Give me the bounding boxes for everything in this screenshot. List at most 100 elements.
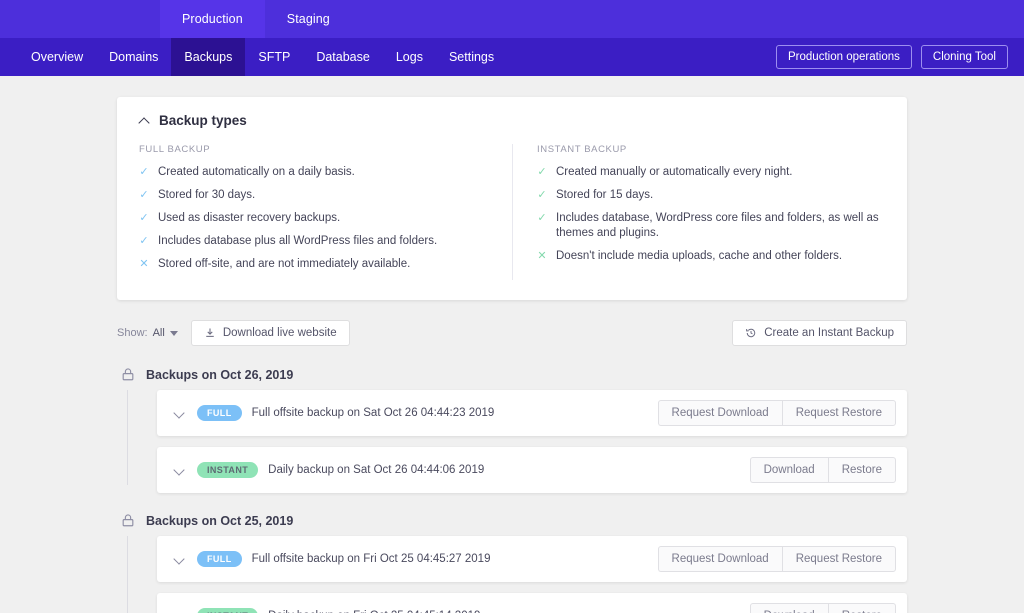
- backup-types-card: Backup types FULL BACKUP ✓ Created autom…: [117, 97, 907, 300]
- row-actions: Download Restore: [749, 603, 896, 613]
- nav-item-sftp[interactable]: SFTP: [245, 38, 303, 76]
- status-badge: INSTANT: [197, 462, 259, 478]
- backups-toolbar: Show: All Download live website Create a…: [117, 319, 907, 347]
- backup-group: Backups on Oct 26, 2019 FULL Full offsit…: [117, 367, 907, 493]
- environment-tab-bar: Production Staging: [0, 0, 1024, 38]
- timeline-connector: [127, 390, 128, 485]
- list-item: ✕ Doesn't include media uploads, cache a…: [537, 249, 885, 264]
- full-feature-text: Includes database plus all WordPress fil…: [158, 235, 438, 247]
- list-item: ✓ Includes database, WordPress core file…: [537, 211, 885, 241]
- row-actions: Download Restore: [749, 457, 896, 483]
- check-icon: ✓: [139, 189, 149, 201]
- list-item: ✓ Used as disaster recovery backups.: [139, 211, 488, 226]
- backup-description: Daily backup on Sat Oct 26 04:44:06 2019: [268, 464, 485, 476]
- backup-group-header: Backups on Oct 25, 2019: [117, 513, 907, 528]
- nav-item-logs-label: Logs: [395, 50, 423, 64]
- nav-item-backups-label: Backups: [184, 50, 233, 64]
- download-live-website-button[interactable]: Download live website: [190, 320, 350, 346]
- table-row[interactable]: INSTANT Daily backup on Sat Oct 26 04:44…: [157, 447, 907, 493]
- env-tab-staging[interactable]: Staging: [265, 0, 352, 38]
- check-icon: ✓: [139, 235, 149, 247]
- request-restore-button[interactable]: Request Restore: [781, 546, 896, 572]
- nav-item-logs[interactable]: Logs: [383, 38, 436, 76]
- row-actions: Request Download Request Restore: [657, 400, 896, 426]
- backup-description: Full offsite backup on Sat Oct 26 04:44:…: [251, 407, 495, 419]
- content-container: Backup types FULL BACKUP ✓ Created autom…: [117, 76, 907, 613]
- request-download-button[interactable]: Request Download: [657, 400, 782, 426]
- status-badge: FULL: [197, 405, 242, 421]
- show-filter-select[interactable]: All: [153, 327, 178, 339]
- download-live-website-label: Download live website: [222, 327, 337, 339]
- list-item: ✓ Includes database plus all WordPress f…: [139, 234, 488, 249]
- instant-feature-text: Doesn't include media uploads, cache and…: [556, 250, 843, 262]
- chevron-up-icon[interactable]: [139, 115, 150, 126]
- download-icon: [204, 327, 216, 339]
- backup-group-body: FULL Full offsite backup on Fri Oct 25 0…: [117, 536, 907, 613]
- toolbar-right-group: Create an Instant Backup: [732, 320, 907, 346]
- check-icon: ✓: [537, 166, 547, 178]
- create-instant-backup-label: Create an Instant Backup: [764, 327, 894, 339]
- show-filter-label: Show:: [117, 327, 148, 339]
- cloning-tool-button[interactable]: Cloning Tool: [920, 45, 1008, 69]
- full-feature-text: Used as disaster recovery backups.: [158, 212, 341, 224]
- env-tab-production[interactable]: Production: [160, 0, 265, 38]
- list-item: ✓ Stored for 30 days.: [139, 188, 488, 203]
- timeline-connector: [127, 536, 128, 613]
- backup-group-header: Backups on Oct 26, 2019: [117, 367, 907, 382]
- table-row[interactable]: FULL Full offsite backup on Fri Oct 25 0…: [157, 536, 907, 582]
- download-button[interactable]: Download: [749, 603, 828, 613]
- instant-feature-text: Stored for 15 days.: [556, 189, 654, 201]
- full-backup-label: FULL BACKUP: [139, 144, 211, 155]
- show-filter-value: All: [152, 327, 165, 339]
- table-row[interactable]: INSTANT Daily backup on Fri Oct 25 04:45…: [157, 593, 907, 613]
- production-operations-button[interactable]: Production operations: [776, 45, 912, 69]
- check-icon: ✓: [139, 212, 149, 224]
- nav-actions: Production operations Cloning Tool: [776, 38, 1024, 76]
- instant-backup-column: INSTANT BACKUP ✓ Created manually or aut…: [512, 144, 885, 280]
- nav-item-domains[interactable]: Domains: [96, 38, 171, 76]
- create-instant-backup-button[interactable]: Create an Instant Backup: [732, 320, 907, 346]
- nav-item-sftp-label: SFTP: [258, 50, 291, 64]
- chevron-down-icon[interactable]: [173, 553, 185, 565]
- nav-item-settings[interactable]: Settings: [436, 38, 507, 76]
- list-item: ✓ Created manually or automatically ever…: [537, 165, 885, 180]
- instant-feature-text: Includes database, WordPress core files …: [556, 212, 879, 239]
- restore-button[interactable]: Restore: [827, 457, 896, 483]
- restore-button[interactable]: Restore: [827, 603, 896, 613]
- instant-feature-text: Created manually or automatically every …: [556, 166, 793, 178]
- backup-types-header[interactable]: Backup types: [139, 113, 885, 128]
- status-badge: INSTANT: [197, 608, 259, 613]
- main-nav-bar: Overview Domains Backups SFTP Database L…: [0, 38, 1024, 76]
- request-restore-button[interactable]: Request Restore: [781, 400, 896, 426]
- nav-item-database[interactable]: Database: [303, 38, 383, 76]
- check-icon: ✓: [537, 189, 547, 201]
- chevron-down-icon[interactable]: [173, 407, 185, 419]
- backup-description: Full offsite backup on Fri Oct 25 04:45:…: [251, 553, 491, 565]
- full-backup-column: FULL BACKUP ✓ Created automatically on a…: [139, 144, 512, 280]
- chevron-down-icon[interactable]: [173, 464, 185, 476]
- backup-group-title: Backups on Oct 25, 2019: [146, 513, 294, 528]
- nav-item-overview-label: Overview: [31, 50, 84, 64]
- check-icon: ✓: [139, 166, 149, 178]
- status-badge: FULL: [197, 551, 242, 567]
- list-item: ✕ Stored off-site, and are not immediate…: [139, 257, 488, 272]
- row-actions: Request Download Request Restore: [657, 546, 896, 572]
- lock-icon: [121, 513, 135, 528]
- nav-item-backups[interactable]: Backups: [171, 38, 246, 76]
- full-feature-text: Created automatically on a daily basis.: [158, 166, 355, 178]
- request-download-button[interactable]: Request Download: [657, 546, 782, 572]
- cross-icon: ✕: [139, 258, 149, 270]
- page-body: Backup types FULL BACKUP ✓ Created autom…: [0, 76, 1024, 613]
- table-row[interactable]: FULL Full offsite backup on Sat Oct 26 0…: [157, 390, 907, 436]
- download-button[interactable]: Download: [749, 457, 828, 483]
- backup-group: Backups on Oct 25, 2019 FULL Full offsit…: [117, 513, 907, 613]
- page-title: Backup types: [159, 113, 247, 128]
- nav-item-overview[interactable]: Overview: [18, 38, 96, 76]
- nav-item-domains-label: Domains: [109, 50, 159, 64]
- env-tab-staging-label: Staging: [286, 12, 330, 26]
- full-feature-text: Stored for 30 days.: [158, 189, 256, 201]
- full-feature-text: Stored off-site, and are not immediately…: [158, 258, 411, 270]
- instant-backup-label: INSTANT BACKUP: [537, 144, 627, 155]
- list-item: ✓ Stored for 15 days.: [537, 188, 885, 203]
- nav-item-database-label: Database: [316, 50, 370, 64]
